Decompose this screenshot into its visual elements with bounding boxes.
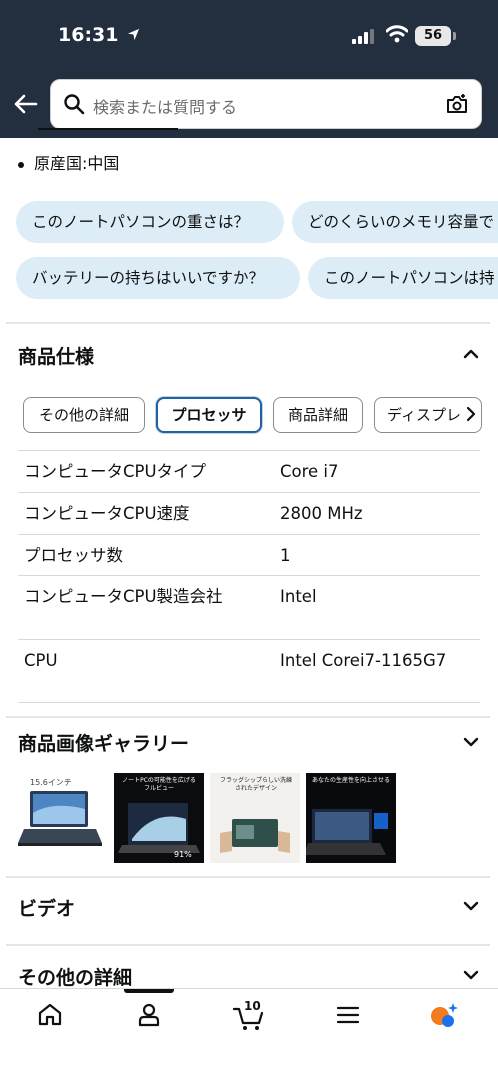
spec-row: コンピュータCPU製造会社 Intel bbox=[18, 575, 480, 639]
section-divider bbox=[6, 322, 490, 324]
battery-level: 56 bbox=[415, 26, 451, 46]
spec-row: コンピュータCPU速度 2800 MHz bbox=[18, 492, 480, 534]
gallery-image-3[interactable]: フラッグシップらしい洗練されたデザイン bbox=[210, 773, 300, 863]
spec-value: 1 bbox=[280, 546, 291, 565]
chevron-down-icon[interactable] bbox=[462, 966, 480, 984]
laptop-image bbox=[306, 809, 388, 855]
tab-product-details[interactable]: 商品詳細 bbox=[273, 397, 363, 433]
spec-key: コンピュータCPU製造会社 bbox=[24, 587, 223, 606]
menu-icon[interactable] bbox=[334, 1001, 362, 1029]
cart-count-badge: 10 bbox=[244, 999, 261, 1013]
top-header: 16:31 56 検索または質問する bbox=[0, 0, 498, 138]
section-divider bbox=[6, 876, 490, 878]
back-arrow-icon[interactable] bbox=[12, 91, 38, 117]
question-chip-weight[interactable]: このノートパソコンの重さは？ bbox=[16, 201, 284, 243]
question-chip-laptop[interactable]: このノートパソコンは持 bbox=[308, 257, 498, 299]
status-time-text: 16:31 bbox=[58, 24, 119, 46]
gallery-image-2[interactable]: ノートPCの可能性を広げるフルビュー 91% bbox=[114, 773, 204, 863]
gallery-image-1[interactable]: 15.6インチ bbox=[18, 773, 108, 863]
spec-key: プロセッサ数 bbox=[24, 546, 123, 565]
question-chip-battery[interactable]: バッテリーの持ちはいいですか？ bbox=[16, 257, 300, 299]
video-section-title[interactable]: ビデオ bbox=[18, 894, 75, 921]
other-details-section-title[interactable]: その他の詳細 bbox=[18, 963, 132, 990]
bullet-partial-cutoff bbox=[18, 128, 218, 138]
wifi-icon bbox=[386, 25, 408, 43]
gallery-section-title[interactable]: 商品画像ギャラリー bbox=[18, 729, 189, 756]
chevron-down-icon[interactable] bbox=[462, 897, 480, 915]
gallery-caption-1: 15.6インチ bbox=[30, 778, 72, 787]
spec-value: Core i7 bbox=[280, 462, 339, 481]
cell-signal-icon bbox=[352, 28, 376, 44]
home-icon[interactable] bbox=[36, 1001, 64, 1029]
spec-value: Intel Corei7-1165G7 bbox=[280, 651, 447, 670]
chevron-down-icon[interactable] bbox=[462, 733, 480, 751]
status-time: 16:31 bbox=[58, 24, 140, 46]
nav-active-indicator bbox=[124, 989, 174, 993]
camera-search-icon[interactable] bbox=[445, 92, 469, 116]
gallery-image-4[interactable]: あなたの生産性を向上させる bbox=[306, 773, 396, 863]
chevron-right-icon[interactable] bbox=[462, 405, 480, 423]
battery-tip bbox=[453, 32, 456, 40]
spec-value: Intel bbox=[280, 587, 317, 606]
gallery-caption-2: ノートPCの可能性を広げるフルビュー bbox=[122, 777, 196, 792]
tab-processor[interactable]: プロセッサ bbox=[156, 397, 262, 433]
question-chip-memory[interactable]: どのくらいのメモリ容量で bbox=[292, 201, 498, 243]
spec-value: 2800 MHz bbox=[280, 504, 363, 523]
bullet-origin: 原産国:中国 bbox=[18, 150, 119, 174]
gallery-caption-4: あなたの生産性を向上させる bbox=[312, 777, 391, 784]
spec-row: CPU Intel Corei7-1165G7 bbox=[18, 639, 480, 703]
spec-row: プロセッサ数 1 bbox=[18, 534, 480, 575]
spec-row: コンピュータCPUタイプ Core i7 bbox=[18, 450, 480, 492]
spec-section-title[interactable]: 商品仕様 bbox=[18, 342, 94, 369]
spec-key: コンピュータCPU速度 bbox=[24, 504, 190, 523]
spec-key: CPU bbox=[24, 651, 58, 670]
search-input[interactable]: 検索または質問する bbox=[93, 94, 237, 118]
section-divider bbox=[6, 944, 490, 946]
chevron-up-icon[interactable] bbox=[462, 345, 480, 363]
bullet-dot bbox=[18, 161, 24, 168]
search-icon bbox=[64, 94, 85, 115]
gallery-caption-3: フラッグシップらしい洗練されたデザイン bbox=[219, 777, 292, 792]
location-arrow-icon bbox=[128, 28, 140, 41]
tab-other-details[interactable]: その他の詳細 bbox=[23, 397, 145, 433]
svg-text:91%: 91% bbox=[174, 850, 192, 859]
account-icon[interactable] bbox=[135, 1001, 163, 1029]
bullet-origin-text: 原産国:中国 bbox=[34, 154, 120, 173]
assistant-icon[interactable] bbox=[428, 1001, 460, 1029]
search-bar[interactable]: 検索または質問する bbox=[50, 79, 482, 129]
spec-key: コンピュータCPUタイプ bbox=[24, 462, 207, 481]
section-divider bbox=[6, 716, 490, 718]
